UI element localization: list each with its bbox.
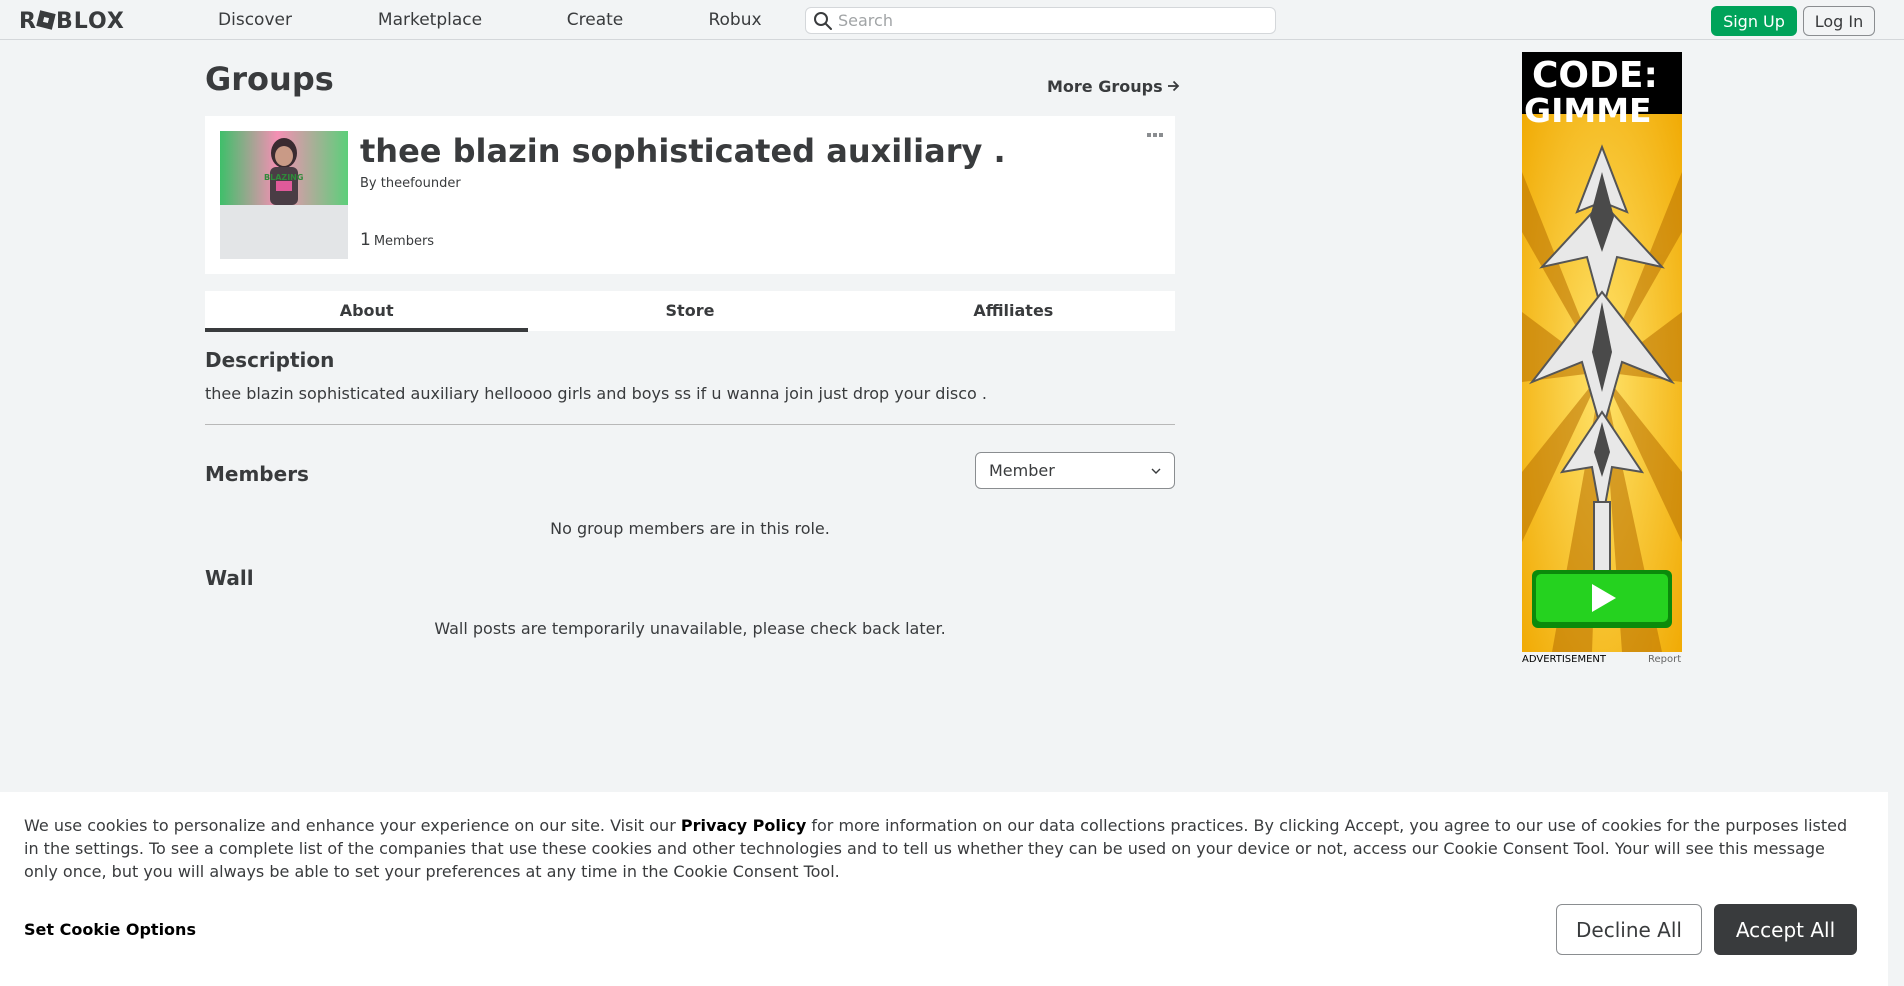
group-emblem[interactable]: BLAZING (220, 131, 348, 259)
chevron-down-icon (1151, 468, 1161, 474)
group-emblem-image (220, 131, 348, 259)
sign-up-button[interactable]: Sign Up (1711, 6, 1797, 36)
nav-create[interactable]: Create (560, 0, 630, 40)
svg-text:R: R (19, 9, 37, 32)
members-title: Members (205, 462, 309, 486)
svg-text:BLOX: BLOX (56, 9, 125, 32)
more-groups-label: More Groups (1047, 77, 1163, 96)
section-divider (205, 424, 1175, 425)
group-tabs: About Store Affiliates (205, 291, 1175, 332)
group-member-count: 1 Members (360, 230, 434, 250)
group-owner: By theefounder (360, 176, 461, 191)
page-title: Groups (205, 60, 334, 98)
group-name: thee blazin sophisticated auxiliary . (360, 132, 1006, 170)
tab-affiliates[interactable]: Affiliates (852, 291, 1175, 331)
more-groups-link[interactable]: More Groups (1047, 77, 1180, 96)
top-navigation-bar: R BLOX Discover Marketplace Create Robux… (0, 0, 1904, 40)
group-emblem-caption: BLAZING (264, 173, 304, 182)
members-empty-message: No group members are in this role. (550, 519, 830, 538)
ad-headline-line-2: GIMME (1524, 91, 1652, 130)
search-input[interactable] (838, 8, 1268, 33)
wall-title: Wall (205, 566, 254, 590)
description-text: thee blazin sophisticated auxiliary hell… (205, 384, 987, 403)
log-in-button[interactable]: Log In (1803, 6, 1875, 36)
nav-discover[interactable]: Discover (214, 0, 296, 40)
tab-store[interactable]: Store (528, 291, 851, 331)
privacy-policy-link[interactable]: Privacy Policy (681, 816, 806, 835)
member-count-label: Members (373, 234, 435, 249)
nav-robux[interactable]: Robux (704, 0, 766, 40)
arrow-right-icon (1167, 80, 1179, 92)
description-title: Description (205, 348, 335, 372)
advertisement-artwork (1522, 52, 1682, 652)
cookie-consent-text: We use cookies to personalize and enhanc… (24, 814, 1854, 883)
role-select-value: Member (989, 461, 1055, 480)
advertisement-banner[interactable]: CODE: GIMME (1522, 52, 1682, 652)
more-options-icon[interactable] (1145, 130, 1165, 140)
accept-all-button[interactable]: Accept All (1714, 904, 1857, 955)
owner-link[interactable]: theefounder (381, 176, 461, 191)
search-box (805, 7, 1276, 34)
report-ad-link[interactable]: Report (1648, 654, 1681, 665)
cookie-text-intro: We use cookies to personalize and enhanc… (24, 816, 681, 835)
wall-empty-message: Wall posts are temporarily unavailable, … (434, 619, 946, 638)
group-header-card: BLAZING thee blazin sophisticated auxili… (205, 116, 1175, 274)
member-count-number: 1 (360, 230, 371, 250)
set-cookie-options-link[interactable]: Set Cookie Options (24, 920, 196, 939)
roblox-logo[interactable]: R BLOX (19, 8, 139, 32)
decline-all-button[interactable]: Decline All (1556, 904, 1702, 955)
tab-about[interactable]: About (205, 291, 529, 332)
role-select[interactable]: Member (975, 452, 1175, 489)
scrollbar[interactable] (1888, 40, 1904, 986)
ad-headline-line-1: CODE: (1532, 55, 1658, 96)
advertisement-label: ADVERTISEMENT (1522, 654, 1607, 665)
owner-prefix: By (360, 176, 377, 191)
search-icon[interactable] (813, 11, 833, 31)
cookie-consent-banner: We use cookies to personalize and enhanc… (0, 792, 1888, 986)
nav-marketplace[interactable]: Marketplace (371, 0, 489, 40)
